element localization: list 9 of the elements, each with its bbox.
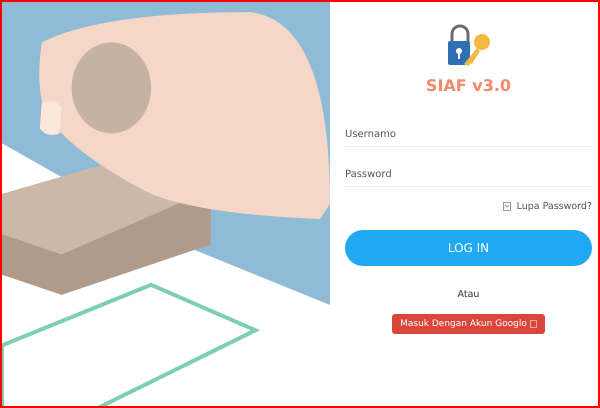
forgot-password-link[interactable]: Lupa Password? — [516, 201, 592, 212]
separator-text: Atau — [458, 289, 480, 300]
text-field[interactable]: Password — [345, 163, 592, 187]
text-field[interactable]: Usernamo — [345, 123, 592, 147]
broken-image-icon — [502, 202, 511, 211]
app-title: SIAF v3.0 — [426, 76, 512, 95]
google-login-button[interactable]: Masuk Dengan Akun Googlo — [392, 314, 545, 334]
broken-image-icon — [530, 320, 537, 328]
login-button[interactable]: LOG IN — [345, 230, 592, 266]
